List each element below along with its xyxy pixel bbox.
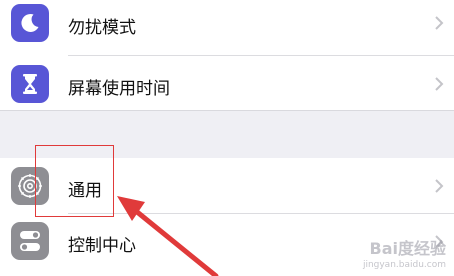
settings-row-label: 控制中心	[68, 236, 136, 256]
settings-row-label: 勿扰模式	[68, 18, 136, 38]
chevron-right-icon	[435, 77, 444, 91]
settings-row-label: 屏幕使用时间	[68, 79, 170, 99]
toggle-icon	[20, 231, 40, 251]
watermark: Bai度经验 jingyan.baidu.com	[363, 235, 446, 270]
watermark-sub: jingyan.baidu.com	[362, 260, 446, 270]
highlight-box	[35, 145, 114, 217]
settings-row-screen-time[interactable]: 屏幕使用时间	[0, 56, 454, 112]
settings-group-focus: 勿扰模式 屏幕使用时间	[0, 0, 454, 110]
moon-icon	[21, 13, 39, 32]
control-center-icon-tile	[11, 222, 49, 260]
do-not-disturb-icon-tile	[11, 4, 49, 42]
screen-time-icon-tile	[11, 65, 49, 103]
watermark-main: Bai度经验	[369, 239, 446, 258]
settings-row-do-not-disturb[interactable]: 勿扰模式	[0, 0, 454, 51]
chevron-right-icon	[435, 16, 444, 30]
hourglass-icon	[23, 74, 37, 94]
chevron-right-icon	[435, 179, 444, 193]
